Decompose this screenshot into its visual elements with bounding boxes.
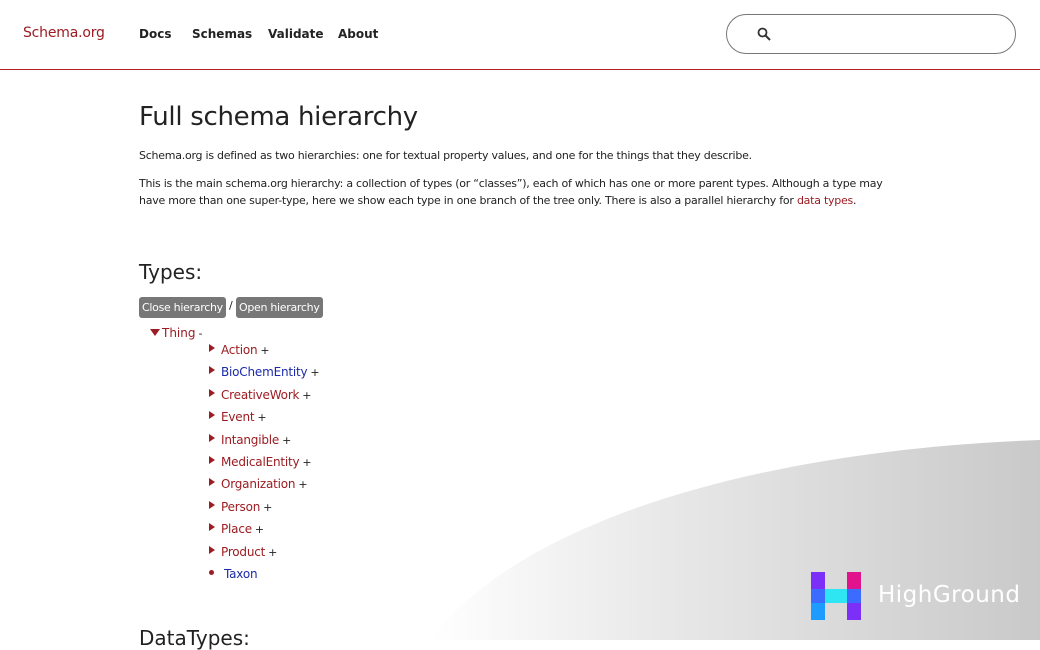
expand-triangle-icon[interactable]: [209, 500, 215, 509]
search-input[interactable]: [783, 23, 1007, 47]
expand-triangle-icon[interactable]: [209, 433, 215, 442]
highground-logo-text: HighGround: [878, 582, 1021, 608]
expand-sign[interactable]: +: [260, 344, 269, 357]
type-label: Action: [221, 343, 258, 357]
expand-triangle-icon[interactable]: [209, 344, 215, 352]
expand-sign[interactable]: +: [263, 501, 272, 514]
type-link[interactable]: Action +: [221, 343, 270, 357]
type-label: Intangible: [221, 432, 280, 447]
data-types-link[interactable]: data types: [797, 194, 853, 207]
intro-paragraph: Schema.org is defined as two hierarchies…: [139, 149, 752, 162]
type-link[interactable]: CreativeWork +: [221, 387, 312, 402]
site-header: Schema.org Docs Schemas Validate About: [0, 0, 1040, 70]
type-link[interactable]: Person +: [221, 500, 272, 514]
type-label: Person: [221, 499, 261, 514]
type-link[interactable]: BioChemEntity +: [221, 365, 320, 380]
expand-sign[interactable]: +: [255, 523, 264, 536]
nav-validate[interactable]: Validate: [268, 27, 324, 41]
search-box[interactable]: [726, 14, 1016, 54]
type-label: Taxon: [224, 567, 258, 581]
type-label: Product: [221, 544, 266, 559]
search-icon[interactable]: [757, 27, 771, 41]
button-separator: /: [229, 299, 233, 312]
datatypes-heading: DataTypes:: [139, 626, 250, 650]
type-label: Event: [221, 410, 255, 425]
open-hierarchy-button[interactable]: Open hierarchy: [236, 297, 323, 318]
expand-sign[interactable]: +: [257, 411, 266, 424]
type-link[interactable]: Product +: [221, 545, 277, 559]
expand-sign[interactable]: +: [268, 546, 277, 559]
description-text: This is the main schema.org hierarchy: a…: [139, 177, 883, 207]
type-link[interactable]: Organization +: [221, 477, 308, 492]
type-link[interactable]: MedicalEntity +: [221, 455, 312, 469]
expand-triangle-icon[interactable]: [209, 411, 215, 420]
expand-sign[interactable]: +: [282, 434, 291, 447]
type-label: MedicalEntity: [221, 455, 300, 469]
type-link[interactable]: Taxon: [224, 567, 258, 581]
close-hierarchy-button[interactable]: Close hierarchy: [139, 297, 226, 318]
types-heading: Types:: [139, 260, 203, 284]
expand-triangle-icon[interactable]: [209, 545, 215, 554]
thing-label: Thing: [162, 326, 196, 340]
type-label: BioChemEntity: [221, 365, 308, 380]
expand-sign[interactable]: +: [298, 478, 307, 491]
expanded-triangle-icon[interactable]: [150, 329, 160, 336]
page-title: Full schema hierarchy: [139, 102, 418, 132]
nav-docs[interactable]: Docs: [139, 27, 171, 41]
description-end: .: [853, 194, 857, 207]
expand-triangle-icon[interactable]: [209, 523, 215, 532]
expand-sign[interactable]: +: [302, 456, 311, 469]
expand-triangle-icon[interactable]: [209, 456, 215, 464]
type-link[interactable]: Event +: [221, 410, 267, 425]
thing-link[interactable]: Thing -: [162, 326, 202, 340]
background-swoosh: [430, 440, 1040, 640]
collapse-sign[interactable]: -: [199, 327, 203, 340]
bullet-icon: [209, 570, 214, 575]
highground-logo-icon: [811, 572, 861, 620]
type-link[interactable]: Place +: [221, 522, 264, 536]
expand-triangle-icon[interactable]: [209, 478, 215, 487]
nav-schemas[interactable]: Schemas: [192, 27, 252, 41]
expand-triangle-icon[interactable]: [209, 388, 215, 397]
expand-sign[interactable]: +: [310, 366, 319, 379]
description-paragraph: This is the main schema.org hierarchy: a…: [139, 175, 909, 209]
type-label: CreativeWork: [221, 387, 300, 402]
brand-logo-link[interactable]: Schema.org: [23, 25, 105, 41]
highground-watermark: HighGround: [811, 572, 1021, 620]
type-link[interactable]: Intangible +: [221, 433, 291, 447]
type-label: Place: [221, 522, 252, 537]
expand-sign[interactable]: +: [302, 389, 311, 402]
nav-about[interactable]: About: [338, 27, 378, 41]
type-label: Organization: [221, 477, 296, 492]
expand-triangle-icon[interactable]: [209, 366, 215, 375]
